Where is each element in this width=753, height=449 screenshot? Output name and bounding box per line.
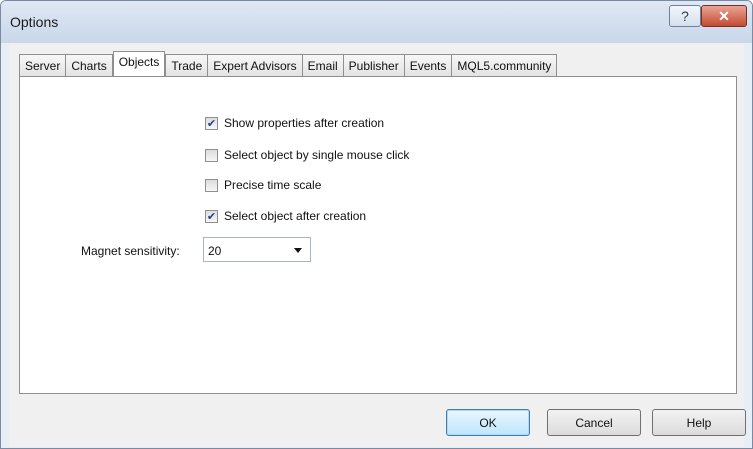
tab-charts[interactable]: Charts (65, 54, 113, 76)
tab-strip: Server Charts Objects Trade Expert Advis… (19, 51, 558, 76)
tab-server[interactable]: Server (19, 54, 67, 76)
tab-events[interactable]: Events (403, 54, 453, 76)
checkbox-show-properties[interactable]: ✔ (205, 116, 218, 130)
cancel-button[interactable]: Cancel (547, 409, 641, 436)
option-precise-time-scale[interactable]: Precise time scale (205, 177, 321, 193)
tab-objects[interactable]: Objects (112, 51, 166, 76)
option-show-properties[interactable]: ✔ Show properties after creation (205, 115, 384, 131)
magnet-sensitivity-label: Magnet sensitivity: (81, 244, 180, 258)
tab-publisher[interactable]: Publisher (342, 54, 405, 76)
option-select-single-click[interactable]: Select object by single mouse click (205, 147, 409, 163)
option-label: Select object by single mouse click (224, 148, 410, 162)
option-label: Precise time scale (224, 178, 322, 192)
tab-mql5-community[interactable]: MQL5.community (451, 54, 558, 76)
options-dialog: Options ? ✕ Server Charts Objects Trade … (0, 0, 753, 449)
magnet-sensitivity-value: 20 (208, 244, 222, 258)
option-select-after-creation[interactable]: ✔ Select object after creation (205, 208, 366, 224)
option-label: Select object after creation (224, 209, 367, 223)
tab-expert-advisors[interactable]: Expert Advisors (207, 54, 303, 76)
checkbox-precise-time-scale[interactable] (205, 178, 218, 192)
tab-trade[interactable]: Trade (165, 54, 209, 76)
help-button[interactable]: Help (652, 409, 746, 436)
tab-email[interactable]: Email (301, 54, 344, 76)
ok-button[interactable]: OK (446, 409, 530, 436)
checkbox-select-single-click[interactable] (205, 148, 218, 162)
magnet-sensitivity-select[interactable]: 20 (203, 237, 311, 262)
close-icon[interactable]: ✕ (701, 5, 747, 27)
option-label: Show properties after creation (224, 116, 385, 130)
window-title: Options (10, 14, 59, 30)
title-bar: Options ? ✕ (1, 1, 752, 43)
chevron-down-icon[interactable] (294, 248, 302, 253)
help-icon[interactable]: ? (669, 5, 701, 27)
checkbox-select-after-creation[interactable]: ✔ (205, 209, 218, 223)
